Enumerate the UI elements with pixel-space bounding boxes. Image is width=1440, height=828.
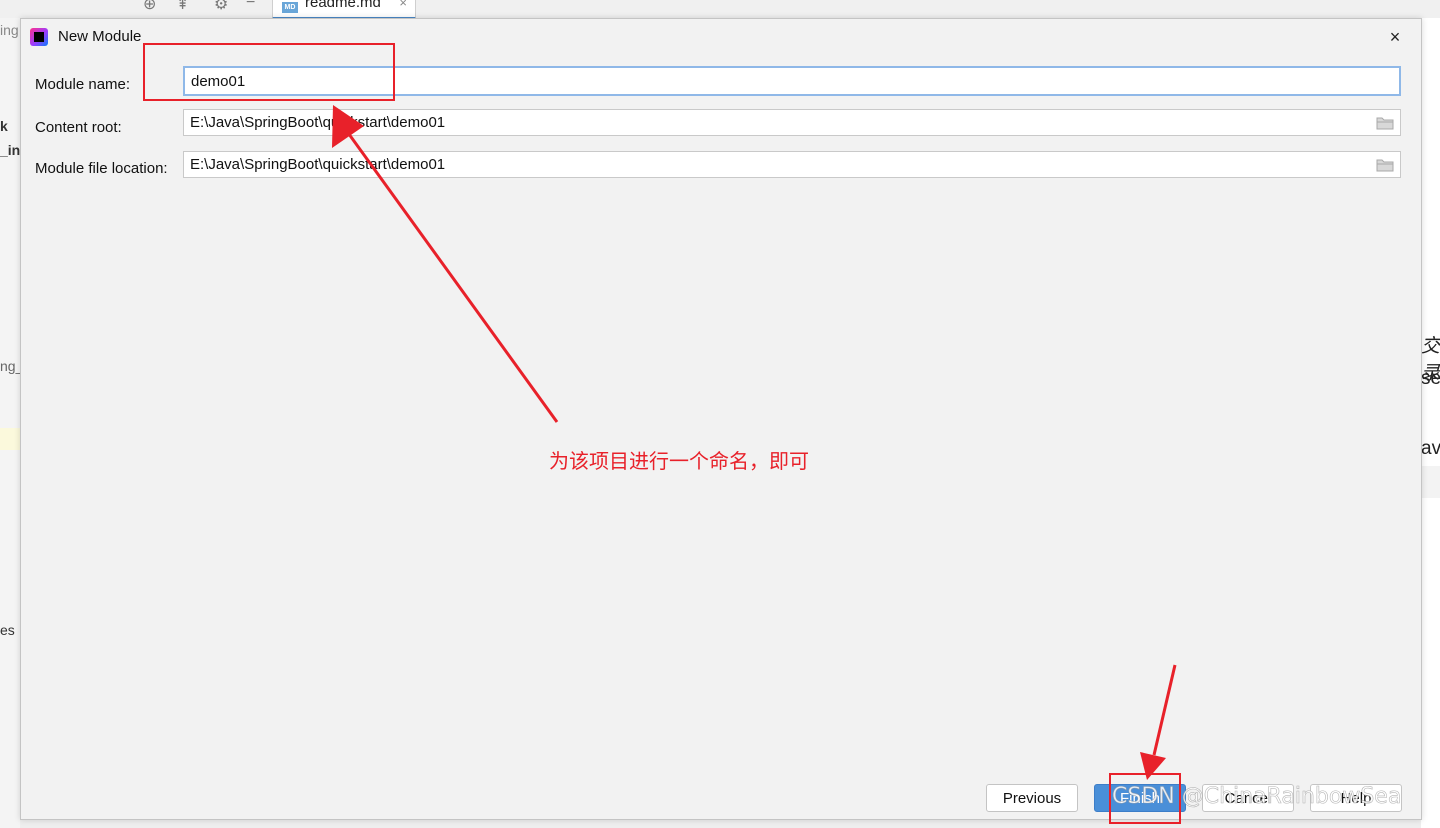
gear-icon[interactable]: ⚙ [214,0,228,14]
tab-label: readme.md [305,0,381,11]
minimize-icon[interactable]: − [246,0,255,12]
previous-button[interactable]: Previous [986,784,1078,812]
folder-browse-icon[interactable] [1376,116,1394,130]
highlight-row [0,428,20,450]
markdown-file-icon: MD [282,2,298,13]
editor-text-fragment: se [1421,368,1440,389]
content-root-field[interactable]: E:\Java\SpringBoot\quickstart\demo01 [183,109,1401,136]
intellij-logo-icon [30,28,48,46]
module-name-label: Module name: [35,76,131,93]
target-icon[interactable]: ⊕ [143,0,156,14]
highlight-row [1421,466,1440,498]
editor-text-fragment: av [1421,438,1440,459]
tree-text-fragment: k [0,118,8,134]
dialog-title: New Module [58,28,142,45]
annotation-highlight-box [143,43,395,101]
watermark: CSDN @ChinaRainbowSea [1112,784,1402,810]
collapse-icon[interactable]: ⇞ [176,0,189,14]
folder-browse-icon[interactable] [1376,158,1394,172]
new-module-dialog: New Module × Module name: Content root: … [20,18,1422,820]
editor-tab-readme[interactable]: MD readme.md × [272,0,416,19]
project-tree-fragment: ing k _ini ng_ es [0,18,24,828]
module-file-location-value[interactable]: E:\Java\SpringBoot\quickstart\demo01 [190,156,445,173]
tree-text-fragment: es [0,622,15,638]
annotation-note: 为该项目进行一个命名，即可 [549,449,809,473]
tab-close-icon[interactable]: × [399,0,407,10]
tree-text-fragment: ing [0,22,19,38]
module-file-location-field[interactable]: E:\Java\SpringBoot\quickstart\demo01 [183,151,1401,178]
editor-fragment: 交录 se av [1421,18,1440,828]
ide-toolbar: ⊕ ⇞ ⚙ − MD readme.md × [0,0,1440,19]
close-button[interactable]: × [1381,25,1409,49]
content-root-value[interactable]: E:\Java\SpringBoot\quickstart\demo01 [190,114,445,131]
module-file-location-label: Module file location: [35,160,168,177]
content-root-label: Content root: [35,119,122,136]
